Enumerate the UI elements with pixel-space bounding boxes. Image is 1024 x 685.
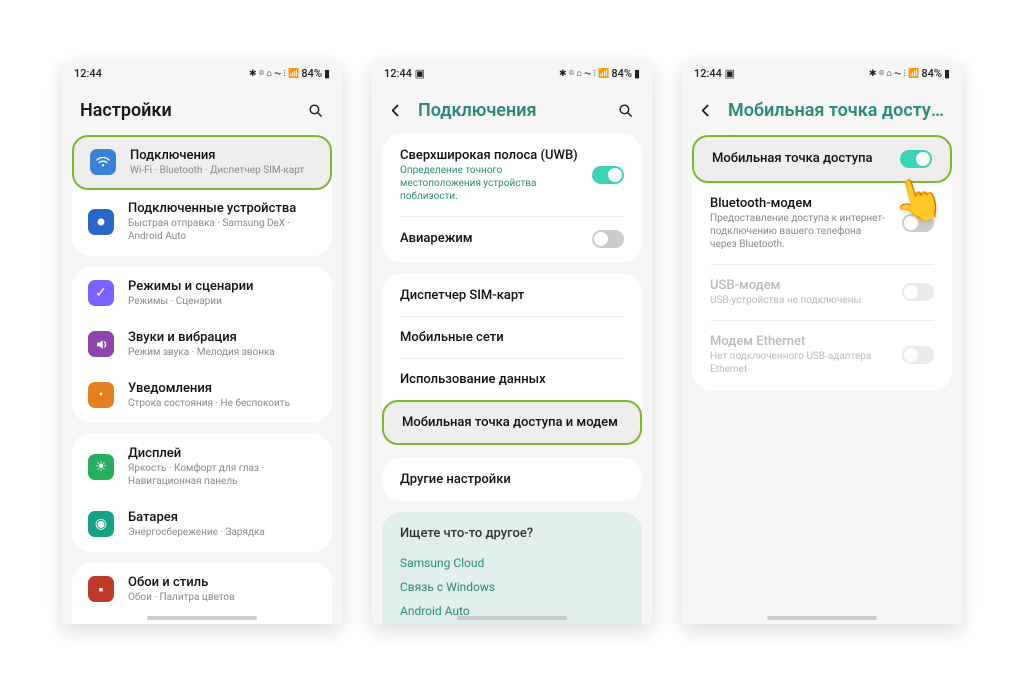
nav-bar[interactable] — [147, 616, 257, 620]
toggle-airplane[interactable] — [592, 230, 624, 248]
group-0: Подключения Wi-Fi · Bluetooth · Диспетче… — [72, 133, 332, 256]
row-sound[interactable]: Звуки и вибрация Режим звука · Мелодия з… — [72, 319, 332, 370]
row-airplane[interactable]: Авиарежим — [382, 217, 642, 261]
header: Подключения — [372, 86, 652, 133]
toggle-usb-modem — [902, 283, 934, 301]
row-uwb[interactable]: Сверхширокая полоса (UWB) Определение то… — [382, 135, 642, 216]
group-hotspot: Мобильная точка доступа Bluetooth-модем … — [692, 133, 952, 391]
group-3: ▪ Обои и стиль Обои · Палитра цветов Тем… — [72, 562, 332, 624]
back-icon[interactable] — [386, 101, 404, 119]
link-quick-share[interactable]: Быстрая отправка — [400, 623, 624, 624]
back-icon[interactable] — [696, 101, 714, 119]
row-battery[interactable]: ◉ Батарея Энергосбережение · Зарядка — [72, 499, 332, 550]
nav-bar[interactable] — [767, 616, 877, 620]
display-icon: ☀ — [88, 454, 114, 480]
nav-bar[interactable] — [457, 616, 567, 620]
row-mobile-hotspot[interactable]: Мобильная точка доступа — [692, 135, 952, 183]
header: Мобильная точка доступа и... — [682, 86, 962, 133]
clock: 12:44 — [74, 67, 102, 80]
notifications-icon: • — [88, 382, 114, 408]
battery-icon: ◉ — [88, 511, 114, 537]
page-title: Настройки — [80, 100, 292, 121]
toggle-hotspot[interactable] — [900, 150, 932, 168]
link-windows[interactable]: Связь с Windows — [400, 575, 624, 599]
row-modes[interactable]: ✓ Режимы и сценарии Режимы · Сценарии — [72, 268, 332, 319]
group-2: Другие настройки — [382, 457, 642, 502]
devices-icon — [88, 209, 114, 235]
search-icon[interactable] — [616, 101, 634, 119]
phone-screen-3: 12:44 ▣ ✱ ⌾ ⌂ ⏦ ⫶ 📶 84% ▮ Мобильная точк… — [682, 62, 962, 624]
row-hotspot-tethering[interactable]: Мобильная точка доступа и модем — [382, 400, 642, 445]
row-bt-modem[interactable]: Bluetooth-модем Предоставление доступа к… — [692, 183, 952, 264]
group-1: ✓ Режимы и сценарии Режимы · Сценарии Зв… — [72, 266, 332, 423]
page-title: Мобильная точка доступа и... — [728, 100, 944, 121]
row-connections[interactable]: Подключения Wi-Fi · Bluetooth · Диспетче… — [72, 135, 332, 190]
clock: 12:44 — [694, 67, 722, 80]
toggle-bt-modem[interactable] — [902, 214, 934, 232]
row-mobile-networks[interactable]: Мобильные сети — [382, 317, 642, 358]
toggle-uwb[interactable] — [592, 166, 624, 184]
group-0: Сверхширокая полоса (UWB) Определение то… — [382, 133, 642, 263]
row-data-usage[interactable]: Использование данных — [382, 359, 642, 400]
page-title: Подключения — [418, 100, 602, 121]
row-sim[interactable]: Диспетчер SIM-карт — [382, 275, 642, 316]
status-bar: 12:44 ✱ ⌾ ⌂ ⏦ ⫶ 📶 84% ▮ — [62, 62, 342, 86]
row-ethernet-modem: Модем Ethernet Нет подключенного USB-ада… — [692, 321, 952, 389]
search-icon[interactable] — [306, 101, 324, 119]
toggle-ethernet-modem — [902, 346, 934, 364]
search-suggestions: Ищете что-то другое? Samsung Cloud Связь… — [382, 512, 642, 624]
row-wallpaper[interactable]: ▪ Обои и стиль Обои · Палитра цветов — [72, 564, 332, 615]
clock: 12:44 — [384, 67, 412, 80]
group-2: ☀ Дисплей Яркость · Комфорт для глаз · Н… — [72, 433, 332, 552]
row-notifications[interactable]: • Уведомления Строка состояния · Не бесп… — [72, 370, 332, 421]
header: Настройки — [62, 86, 342, 133]
row-devices[interactable]: Подключенные устройства Быстрая отправка… — [72, 190, 332, 254]
row-usb-modem: USB-модем USB-устройства не подключены — [692, 265, 952, 320]
status-icons: ✱ ⌾ ⌂ ⏦ ⫶ 📶 84% ▮ — [249, 67, 330, 80]
status-bar: 12:44 ▣ ✱ ⌾ ⌂ ⏦ ⫶ 📶 84% ▮ — [372, 62, 652, 86]
group-1: Диспетчер SIM-карт Мобильные сети Исполь… — [382, 273, 642, 447]
status-bar: 12:44 ▣ ✱ ⌾ ⌂ ⏦ ⫶ 📶 84% ▮ — [682, 62, 962, 86]
link-samsung-cloud[interactable]: Samsung Cloud — [400, 551, 624, 575]
row-display[interactable]: ☀ Дисплей Яркость · Комфорт для глаз · Н… — [72, 435, 332, 499]
phone-screen-2: 12:44 ▣ ✱ ⌾ ⌂ ⏦ ⫶ 📶 84% ▮ Подключения Св… — [372, 62, 652, 624]
status-icons: ✱ ⌾ ⌂ ⏦ ⫶ 📶 84% ▮ — [559, 67, 640, 80]
phone-screen-1: 12:44 ✱ ⌾ ⌂ ⏦ ⫶ 📶 84% ▮ Настройки Подклю… — [62, 62, 342, 624]
row-other-settings[interactable]: Другие настройки — [382, 459, 642, 500]
row-title: Подключения — [130, 148, 314, 163]
wallpaper-icon: ▪ — [88, 576, 114, 602]
status-icons: ✱ ⌾ ⌂ ⏦ ⫶ 📶 84% ▮ — [869, 67, 950, 80]
wifi-icon — [90, 149, 116, 175]
sound-icon — [88, 331, 114, 357]
modes-icon: ✓ — [88, 280, 114, 306]
